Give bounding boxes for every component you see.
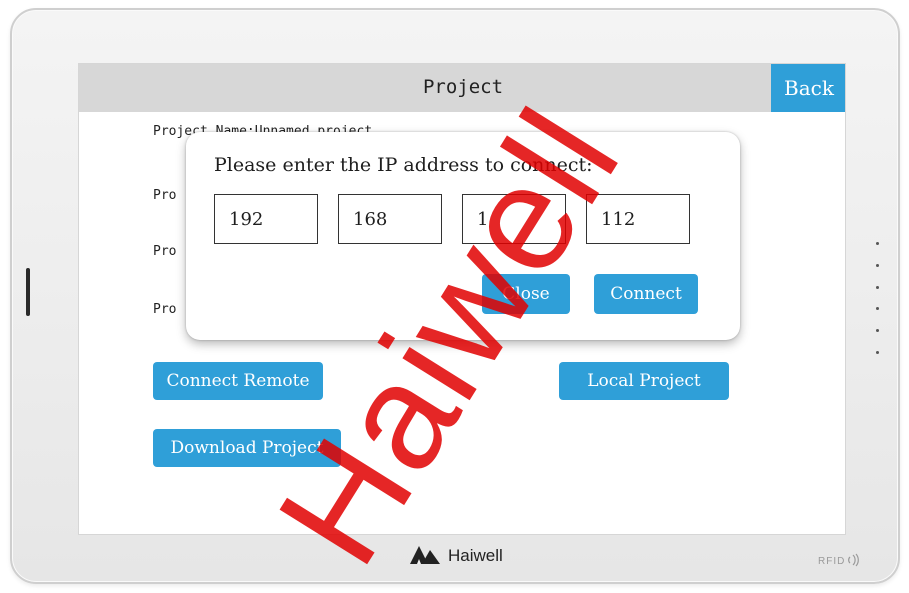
rfid-mark: RFID <box>818 553 861 570</box>
side-slot <box>26 268 30 316</box>
connect-remote-button[interactable]: Connect Remote <box>153 362 323 400</box>
ip-octet-input[interactable]: 112 <box>586 194 690 244</box>
rfid-label: RFID <box>818 556 846 567</box>
ip-octet-input[interactable]: 168 <box>338 194 442 244</box>
brand-logo: Haiwell <box>408 543 503 569</box>
bezel-dots <box>876 242 880 354</box>
close-button[interactable]: Close <box>482 274 570 314</box>
connect-button[interactable]: Connect <box>594 274 698 314</box>
back-button[interactable]: Back <box>771 64 845 112</box>
ip-octet-input[interactable]: 192 <box>214 194 318 244</box>
brand-name: Haiwell <box>448 546 503 565</box>
page-title: Project <box>422 76 504 98</box>
download-project-button[interactable]: Download Project <box>153 429 341 467</box>
local-project-button[interactable]: Local Project <box>559 362 729 400</box>
project-info-line: Pro <box>153 302 177 317</box>
dialog-prompt: Please enter the IP address to connect: <box>214 154 593 176</box>
ip-octet-input[interactable]: 1 <box>462 194 566 244</box>
title-bar: Project Back <box>79 64 845 112</box>
haiwell-logo-icon <box>408 543 442 569</box>
nfc-icon <box>847 553 861 570</box>
project-info-line: Pro <box>153 244 177 259</box>
project-info-line: Pro <box>153 188 177 203</box>
ip-dialog: Please enter the IP address to connect: … <box>186 132 740 340</box>
